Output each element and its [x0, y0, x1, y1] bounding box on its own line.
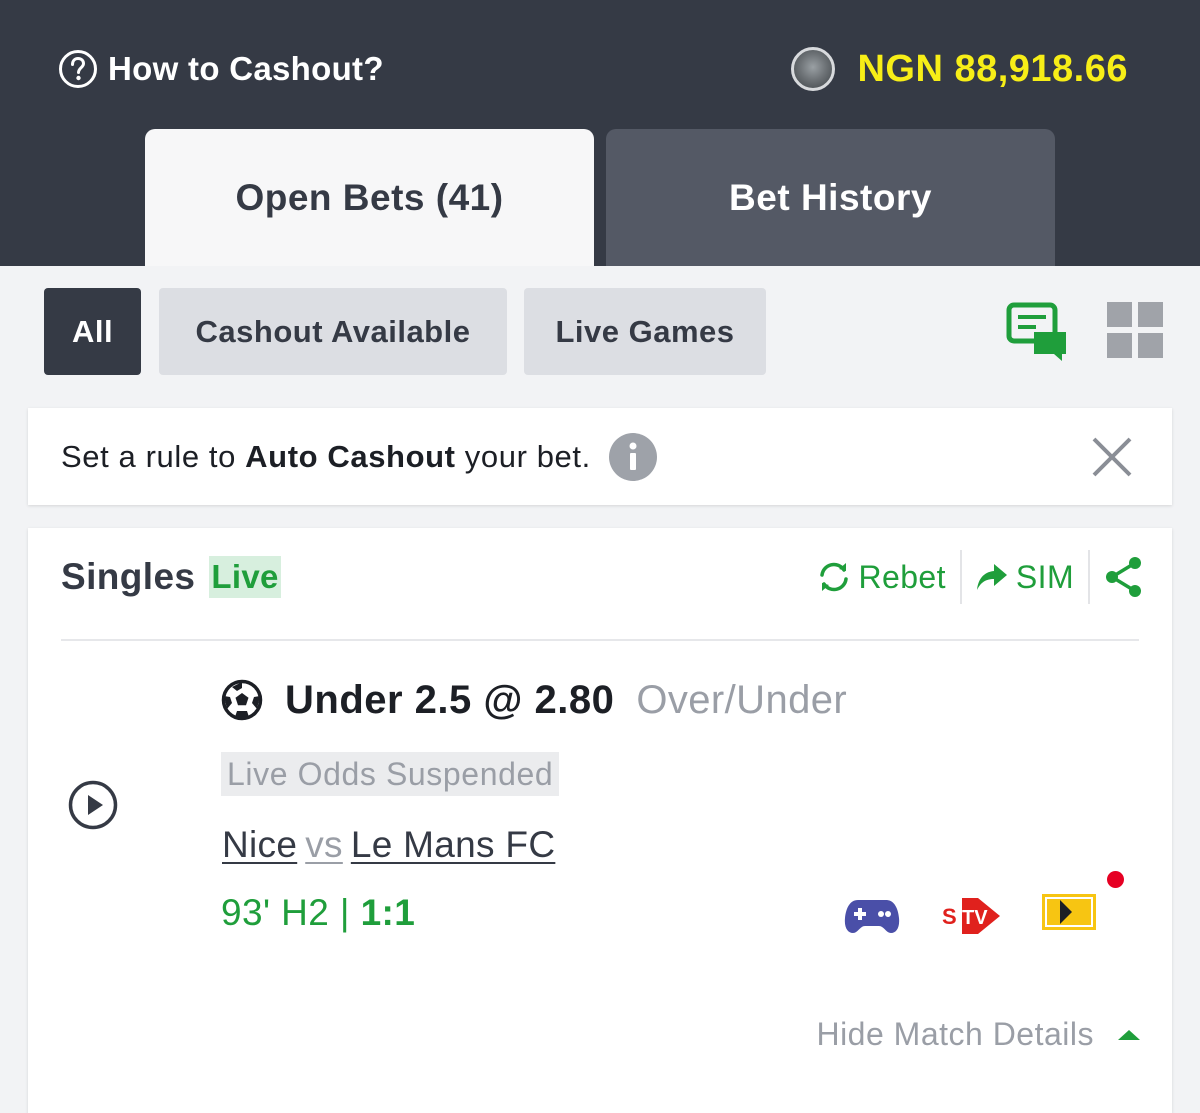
- notice-text: Set a rule to Auto Cashout your bet.: [61, 439, 591, 475]
- stv-icon[interactable]: S TV: [940, 894, 1002, 938]
- rebet-label: Rebet: [858, 558, 946, 595]
- sim-label: SIM: [1015, 558, 1074, 595]
- bet-actions: Rebet SIM: [817, 550, 1144, 604]
- svg-text:S: S: [942, 904, 957, 929]
- filter-all-chip[interactable]: All: [44, 288, 141, 375]
- hide-match-details-toggle[interactable]: Hide Match Details: [816, 1016, 1140, 1053]
- share-icon[interactable]: [1104, 556, 1144, 598]
- home-team: Nice: [222, 824, 298, 865]
- filter-bar: All Cashout Available Live Games: [0, 266, 1200, 406]
- caret-up-icon: [1118, 1029, 1140, 1040]
- balance-amount: NGN 88,918.66: [857, 47, 1128, 90]
- filter-cashout-available-chip[interactable]: Cashout Available: [159, 288, 507, 375]
- help-icon: [59, 50, 97, 88]
- action-divider: [959, 550, 962, 604]
- odds-status-badge: Live Odds Suspended: [221, 752, 560, 796]
- bet-card: Singles Live Rebet SIM Under 2.5 @ 2.80 …: [28, 528, 1172, 1113]
- match-time: 93' H2 |: [221, 892, 361, 933]
- bet-type-heading: Singles Live: [61, 554, 281, 600]
- balance-area[interactable]: NGN 88,918.66: [791, 44, 1128, 94]
- action-divider: [1088, 550, 1090, 604]
- live-badge: Live: [209, 556, 281, 598]
- rebet-button[interactable]: Rebet: [817, 559, 946, 596]
- close-icon[interactable]: [1090, 435, 1134, 479]
- gamepad-icon[interactable]: [844, 896, 900, 936]
- tab-open-bets[interactable]: Open Bets (41): [145, 129, 594, 266]
- vs-label: vs: [305, 824, 343, 865]
- hide-details-label: Hide Match Details: [816, 1016, 1094, 1052]
- selection-row: Under 2.5 @ 2.80 Over/Under: [221, 674, 847, 726]
- match-status: 93' H2 | 1:1: [221, 892, 415, 934]
- live-indicator-dot: [1107, 871, 1124, 888]
- refresh-icon: [819, 562, 848, 592]
- how-to-cashout-link[interactable]: How to Cashout?: [58, 48, 384, 90]
- chat-bubble-icon[interactable]: [1006, 302, 1068, 362]
- match-score: 1:1: [360, 892, 416, 933]
- selection-text: Under 2.5 @ 2.80: [285, 677, 615, 722]
- how-to-cashout-label: How to Cashout?: [108, 50, 384, 87]
- avatar[interactable]: [791, 47, 836, 91]
- filter-live-games-chip[interactable]: Live Games: [524, 288, 766, 375]
- info-icon[interactable]: [608, 432, 657, 481]
- share-arrow-icon: [976, 564, 1007, 590]
- top-header: How to Cashout? NGN 88,918.66 Open Bets …: [0, 0, 1200, 266]
- match-teams-link[interactable]: Nice vs Le Mans FC: [222, 824, 555, 866]
- football-icon: [221, 679, 263, 721]
- sim-button[interactable]: SIM: [976, 559, 1074, 596]
- notice-suffix: your bet.: [455, 438, 591, 474]
- svg-text:TV: TV: [962, 907, 988, 929]
- notice-prefix: Set a rule to: [61, 438, 246, 474]
- grid-view-icon[interactable]: [1107, 302, 1163, 358]
- notice-bold[interactable]: Auto Cashout: [245, 439, 455, 474]
- tab-bet-history[interactable]: Bet History: [606, 129, 1055, 266]
- live-tv-icon[interactable]: [1040, 892, 1098, 932]
- play-icon[interactable]: [68, 780, 118, 830]
- auto-cashout-notice: Set a rule to Auto Cashout your bet.: [28, 408, 1172, 505]
- card-divider: [61, 639, 1139, 641]
- market-name: Over/Under: [636, 677, 848, 722]
- away-team: Le Mans FC: [350, 824, 556, 865]
- bet-type-label: Singles: [61, 556, 196, 597]
